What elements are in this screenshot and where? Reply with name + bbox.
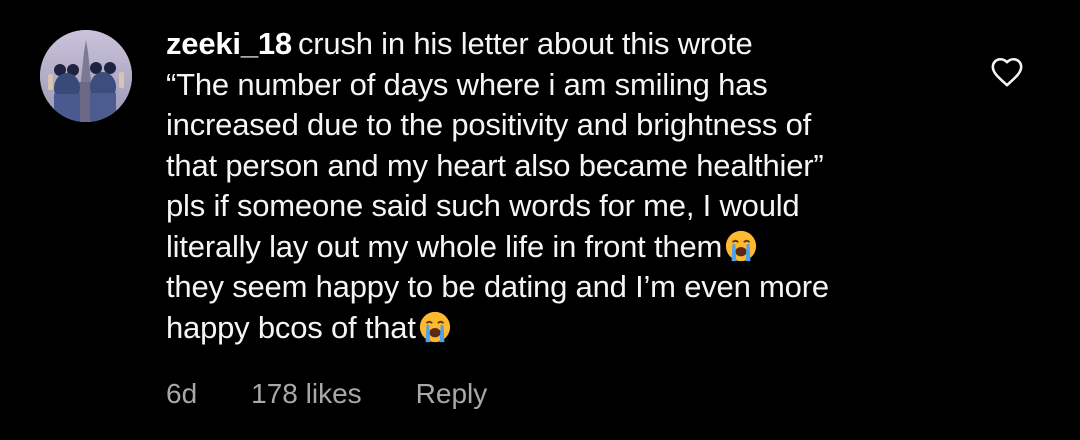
comment-text-line: “The number of days where i am smiling h… (166, 66, 768, 102)
comment-body: zeeki_18 crush in his letter about this w… (166, 24, 966, 348)
comment-text-line: happy bcos of that (166, 309, 416, 345)
heart-outline-icon[interactable] (990, 56, 1024, 88)
reply-button[interactable]: Reply (416, 378, 488, 410)
loudly-crying-face-icon (419, 311, 450, 342)
comment-text-line: literally lay out my whole life in front… (166, 228, 723, 264)
avatar[interactable] (40, 30, 132, 122)
comment-timestamp: 6d (166, 378, 198, 409)
comment-text-line: crush in his letter about this wrote (297, 26, 753, 61)
comment-text-line: increased due to the positivity and brig… (166, 107, 812, 142)
avatar-image (40, 30, 132, 122)
comment-text-line: pls if someone said such words for me, I… (166, 188, 800, 223)
comment-meta: 6d 178 likes Reply (166, 378, 541, 410)
likes-count[interactable]: 178 likes (251, 378, 362, 410)
loudly-crying-face-icon (726, 230, 757, 261)
comment-item: zeeki_18 crush in his letter about this w… (0, 0, 1080, 440)
comment-text-line: that person and my heart also became hea… (166, 147, 824, 183)
comment-text-line: they seem happy to be dating and I’m eve… (166, 269, 829, 304)
comment-username[interactable]: zeeki_18 (166, 26, 292, 61)
